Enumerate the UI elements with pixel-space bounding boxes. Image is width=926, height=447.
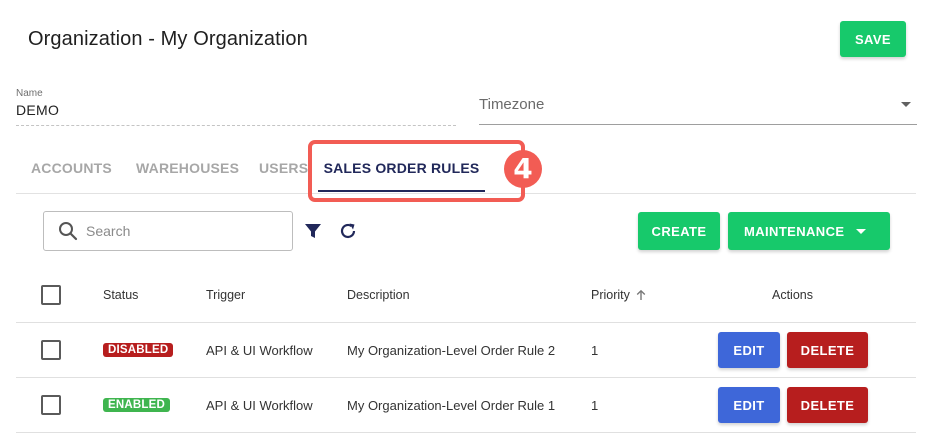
priority-cell: 1 xyxy=(591,397,599,413)
maintenance-label: MAINTENANCE xyxy=(744,223,845,239)
column-header-actions: Actions xyxy=(772,288,813,302)
annotation-step-badge: 4 xyxy=(504,150,542,188)
edit-button[interactable]: EDIT xyxy=(718,387,780,423)
name-field[interactable]: Name DEMO xyxy=(16,88,456,126)
delete-button[interactable]: DELETE xyxy=(787,387,868,423)
column-header-priority-label: Priority xyxy=(591,288,630,302)
refresh-icon[interactable] xyxy=(338,221,358,241)
dropdown-arrow-icon xyxy=(856,229,866,234)
column-header-trigger[interactable]: Trigger xyxy=(206,268,245,322)
dropdown-arrow-icon xyxy=(901,102,911,107)
trigger-cell: API & UI Workflow xyxy=(206,397,313,413)
edit-button[interactable]: EDIT xyxy=(718,332,780,368)
timezone-select[interactable]: Timezone xyxy=(479,86,917,125)
table-row: DISABLED API & UI Workflow My Organizati… xyxy=(16,323,916,378)
save-button[interactable]: SAVE xyxy=(840,21,906,57)
timezone-placeholder: Timezone xyxy=(479,96,545,113)
filter-icon[interactable] xyxy=(304,222,322,240)
table-row: ENABLED API & UI Workflow My Organizatio… xyxy=(16,378,916,433)
tab-accounts[interactable]: ACCOUNTS xyxy=(31,142,112,194)
search-box[interactable] xyxy=(43,211,293,251)
status-badge: ENABLED xyxy=(103,398,170,412)
search-input[interactable] xyxy=(86,223,276,239)
table-header-row: Status Trigger Description Priority Acti… xyxy=(16,268,916,323)
priority-cell: 1 xyxy=(591,342,599,358)
description-cell: My Organization-Level Order Rule 1 xyxy=(347,397,556,413)
tab-users[interactable]: USERS xyxy=(259,142,308,194)
annotation-highlight-box xyxy=(308,140,525,202)
tab-warehouses[interactable]: WAREHOUSES xyxy=(136,142,239,194)
search-icon xyxy=(58,221,78,241)
row-checkbox[interactable] xyxy=(41,395,61,415)
column-header-status[interactable]: Status xyxy=(103,268,138,322)
name-label: Name xyxy=(16,88,43,99)
create-button[interactable]: CREATE xyxy=(638,212,720,250)
sort-ascending-icon xyxy=(635,289,647,301)
name-value: DEMO xyxy=(16,102,60,118)
page-title: Organization - My Organization xyxy=(28,28,308,50)
select-all-checkbox[interactable] xyxy=(41,285,61,305)
delete-button[interactable]: DELETE xyxy=(787,332,868,368)
row-checkbox[interactable] xyxy=(41,340,61,360)
description-cell: My Organization-Level Order Rule 2 xyxy=(347,342,556,358)
trigger-cell: API & UI Workflow xyxy=(206,342,313,358)
rules-table: Status Trigger Description Priority Acti… xyxy=(16,268,916,433)
maintenance-button[interactable]: MAINTENANCE xyxy=(728,212,890,250)
column-header-description[interactable]: Description xyxy=(347,268,410,322)
status-badge: DISABLED xyxy=(103,343,174,357)
column-header-priority[interactable]: Priority xyxy=(591,268,647,322)
